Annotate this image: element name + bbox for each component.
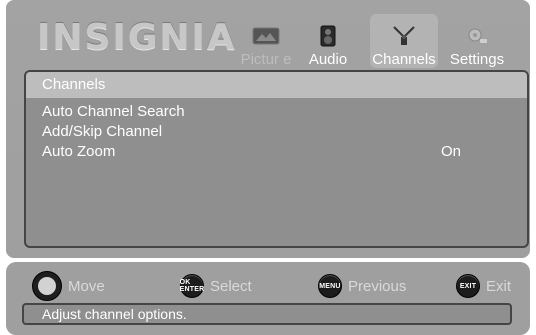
button-help-row: Move OK ENTER Select MENU Previous EXIT …: [32, 271, 522, 301]
menu-item-label: Add/Skip Channel: [42, 123, 163, 140]
status-description: Adjust channel options.: [22, 303, 512, 325]
tv-menu-screen: INSIGNIA Pictur e Audio Channels Setting…: [0, 0, 536, 335]
menu-items: Auto Channel Search Add/Skip Channel Aut…: [26, 98, 527, 162]
antenna-icon: [389, 25, 419, 47]
help-select: OK ENTER Select: [180, 272, 252, 300]
menu-item-label: Auto Channel Search: [42, 103, 185, 120]
menu-item-label: Auto Zoom: [42, 143, 116, 160]
help-move-label: Move: [68, 277, 105, 295]
menu-item-add-skip-channel[interactable]: Add/Skip Channel: [42, 122, 527, 142]
auto-zoom-value: On: [440, 143, 461, 160]
menu-tabs: Pictur e Audio Channels Settings: [232, 14, 522, 68]
tab-channels[interactable]: Channels: [370, 14, 438, 68]
move-pad-icon: [32, 271, 62, 301]
help-previous: MENU Previous: [318, 272, 406, 300]
help-exit: EXIT Exit: [456, 272, 511, 300]
main-menu-panel: INSIGNIA Pictur e Audio Channels Setting…: [6, 0, 530, 258]
brand-logo: INSIGNIA: [37, 17, 237, 58]
tab-picture[interactable]: Pictur e: [232, 14, 300, 68]
tab-label-channels: Channels: [372, 51, 436, 68]
menu-item-auto-channel-search[interactable]: Auto Channel Search: [42, 102, 527, 122]
picture-icon: [251, 25, 281, 47]
menu-button-icon: MENU: [318, 274, 342, 298]
settings-icon: [462, 25, 492, 47]
menu-item-auto-zoom[interactable]: Auto Zoom On: [42, 142, 527, 162]
tab-audio[interactable]: Audio: [294, 14, 362, 68]
help-move: Move: [32, 271, 105, 301]
help-exit-label: Exit: [486, 277, 512, 295]
help-panel: Move OK ENTER Select MENU Previous EXIT …: [6, 262, 530, 335]
tab-label-audio: Audio: [308, 51, 348, 68]
channels-list-box: Channels Auto Channel Search Add/Skip Ch…: [24, 70, 529, 248]
ok-enter-button-icon: OK ENTER: [180, 274, 204, 298]
help-select-label: Select: [210, 277, 252, 295]
list-title: Channels: [26, 72, 527, 98]
tab-settings[interactable]: Settings: [443, 14, 511, 68]
tab-label-settings: Settings: [449, 51, 505, 68]
exit-button-icon: EXIT: [456, 274, 480, 298]
tab-label-picture: Pictur e: [240, 51, 292, 68]
help-previous-label: Previous: [348, 277, 407, 295]
speaker-icon: [313, 25, 343, 47]
